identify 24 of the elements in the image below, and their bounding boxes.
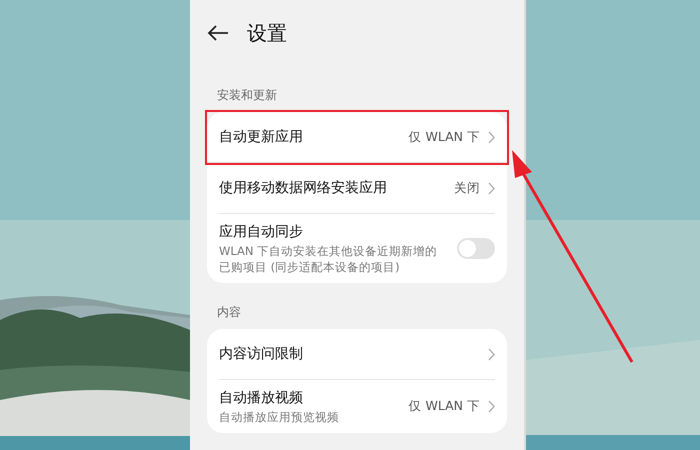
settings-row[interactable]: 自动更新应用 仅 WLAN 下 [207,112,507,163]
section-header: 安装和更新 [216,87,278,104]
back-icon[interactable] [207,25,229,41]
row-value: 关闭 [454,178,480,197]
settings-row[interactable]: 应用自动同步 WLAN 下自动安装在其他设备近期新增的已购项目 (同步适配本设备的项目) [219,214,495,284]
settings-row[interactable]: 使用移动数据网络安装应用 关闭 [219,163,495,214]
row-label: 内容访问限制 [219,344,303,364]
settings-row[interactable]: 内容访问限制 [219,329,495,380]
row-value: 仅 WLAN 下 [408,397,480,416]
page-title: 设置 [247,20,287,47]
row-label: 自动更新应用 [219,128,303,146]
settings-row[interactable]: 自动播放视频 自动播放应用预览视频 仅 WLAN 下 [219,380,495,434]
row-label: 使用移动数据网络安装应用 [219,178,387,198]
row-description: WLAN 下自动安装在其他设备近期新增的已购项目 (同步适配本设备的项目) [219,243,438,276]
row-description: 自动播放应用预览视频 [219,409,339,426]
chevron-icon [488,400,495,414]
chevron-icon [488,130,495,144]
row-label: 自动播放视频 [219,389,304,408]
toggle-switch[interactable] [457,238,495,260]
row-value: 仅 WLAN 下 [408,128,480,146]
row-label: 应用自动同步 [219,223,304,242]
chevron-icon [488,348,495,361]
chevron-icon [488,182,495,194]
section-header: 内容 [216,304,242,322]
